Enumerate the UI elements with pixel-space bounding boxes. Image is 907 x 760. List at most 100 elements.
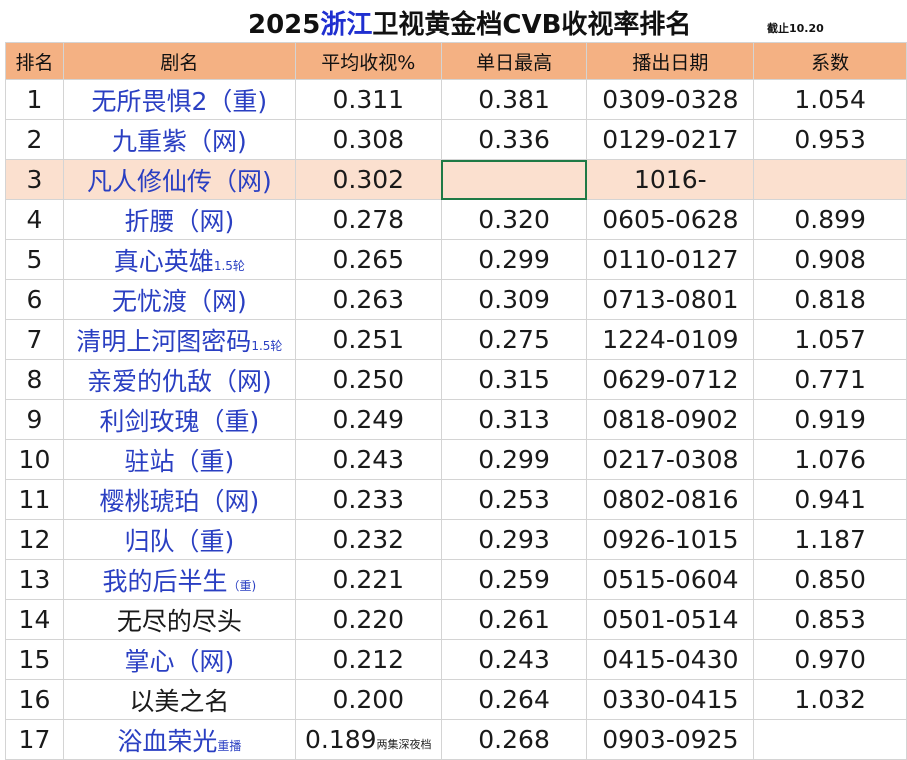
- air-dates-cell[interactable]: 0605-0628: [586, 199, 755, 240]
- title-cell[interactable]: 折腰（网): [62, 199, 296, 240]
- coefficient-cell[interactable]: 0.908: [753, 239, 907, 280]
- rank-cell[interactable]: 16: [5, 679, 64, 720]
- title-cell[interactable]: 无所畏惧2（重): [62, 79, 296, 120]
- avg-rating-cell[interactable]: 0.243: [294, 439, 442, 480]
- avg-rating-cell[interactable]: 0.263: [294, 279, 442, 320]
- title-cell[interactable]: 驻站（重): [62, 439, 296, 480]
- air-dates-cell[interactable]: 0415-0430: [586, 639, 755, 680]
- rank-cell[interactable]: 15: [5, 639, 64, 680]
- coefficient-cell[interactable]: 1.057: [753, 319, 907, 360]
- rank-cell[interactable]: 4: [5, 199, 64, 240]
- coefficient-cell[interactable]: [753, 159, 907, 200]
- header-title[interactable]: 剧名: [62, 42, 296, 80]
- avg-rating-cell[interactable]: 0.265: [294, 239, 442, 280]
- header-air-dates[interactable]: 播出日期: [586, 42, 755, 80]
- coefficient-cell[interactable]: 0.953: [753, 119, 907, 160]
- avg-rating-cell[interactable]: 0.249: [294, 399, 442, 440]
- air-dates-cell[interactable]: 1016-: [586, 159, 755, 200]
- air-dates-cell[interactable]: 0309-0328: [586, 79, 755, 120]
- header-coefficient[interactable]: 系数: [753, 42, 907, 80]
- title-cell[interactable]: 无忧渡（网): [62, 279, 296, 320]
- title-cell[interactable]: 九重紫（网): [62, 119, 296, 160]
- air-dates-cell[interactable]: 0217-0308: [586, 439, 755, 480]
- air-dates-cell[interactable]: 0629-0712: [586, 359, 755, 400]
- avg-rating-cell[interactable]: 0.302: [294, 159, 442, 200]
- peak-cell[interactable]: 0.315: [440, 359, 588, 400]
- peak-cell[interactable]: 0.381: [440, 79, 588, 120]
- rank-cell[interactable]: 10: [5, 439, 64, 480]
- avg-rating-cell[interactable]: 0.250: [294, 359, 442, 400]
- peak-cell[interactable]: 0.253: [440, 479, 588, 520]
- air-dates-cell[interactable]: 0818-0902: [586, 399, 755, 440]
- title-cell[interactable]: 清明上河图密码1.5轮: [62, 319, 296, 360]
- rank-cell[interactable]: 1: [5, 79, 64, 120]
- rank-cell[interactable]: 2: [5, 119, 64, 160]
- rank-cell[interactable]: 5: [5, 239, 64, 280]
- peak-cell[interactable]: 0.261: [440, 599, 588, 640]
- avg-rating-cell[interactable]: 0.278: [294, 199, 442, 240]
- peak-cell[interactable]: 0.320: [440, 199, 588, 240]
- title-cell[interactable]: 掌心（网): [62, 639, 296, 680]
- rank-cell[interactable]: 13: [5, 559, 64, 600]
- rank-cell[interactable]: 7: [5, 319, 64, 360]
- avg-rating-cell[interactable]: 0.311: [294, 79, 442, 120]
- peak-cell[interactable]: 0.313: [440, 399, 588, 440]
- air-dates-cell[interactable]: 1224-0109: [586, 319, 755, 360]
- coefficient-cell[interactable]: 1.076: [753, 439, 907, 480]
- coefficient-cell[interactable]: 0.899: [753, 199, 907, 240]
- air-dates-cell[interactable]: 0501-0514: [586, 599, 755, 640]
- rank-cell[interactable]: 12: [5, 519, 64, 560]
- coefficient-cell[interactable]: 0.919: [753, 399, 907, 440]
- air-dates-cell[interactable]: 0713-0801: [586, 279, 755, 320]
- peak-cell[interactable]: 0.275: [440, 319, 588, 360]
- coefficient-cell[interactable]: 0.970: [753, 639, 907, 680]
- avg-rating-cell[interactable]: 0.220: [294, 599, 442, 640]
- avg-rating-cell[interactable]: 0.200: [294, 679, 442, 720]
- title-cell[interactable]: 亲爱的仇敌（网): [62, 359, 296, 400]
- coefficient-cell[interactable]: 0.853: [753, 599, 907, 640]
- rank-cell[interactable]: 3: [5, 159, 64, 200]
- header-peak[interactable]: 单日最高: [440, 42, 588, 80]
- peak-cell[interactable]: 0.336: [440, 119, 588, 160]
- air-dates-cell[interactable]: 0926-1015: [586, 519, 755, 560]
- title-cell[interactable]: 樱桃琥珀（网): [62, 479, 296, 520]
- coefficient-cell[interactable]: 1.187: [753, 519, 907, 560]
- coefficient-cell[interactable]: 1.054: [753, 79, 907, 120]
- coefficient-cell[interactable]: 0.771: [753, 359, 907, 400]
- rank-cell[interactable]: 11: [5, 479, 64, 520]
- rank-cell[interactable]: 8: [5, 359, 64, 400]
- peak-cell[interactable]: 0.243: [440, 639, 588, 680]
- avg-rating-cell[interactable]: 0.221: [294, 559, 442, 600]
- header-rank[interactable]: 排名: [5, 42, 64, 80]
- rank-cell[interactable]: 9: [5, 399, 64, 440]
- title-cell[interactable]: 归队（重): [62, 519, 296, 560]
- avg-rating-cell[interactable]: 0.232: [294, 519, 442, 560]
- peak-cell[interactable]: 0.264: [440, 679, 588, 720]
- air-dates-cell[interactable]: 0802-0816: [586, 479, 755, 520]
- title-cell[interactable]: 利剑玫瑰（重): [62, 399, 296, 440]
- coefficient-cell[interactable]: 0.850: [753, 559, 907, 600]
- avg-rating-cell[interactable]: 0.233: [294, 479, 442, 520]
- peak-cell[interactable]: 0.293: [440, 519, 588, 560]
- title-cell[interactable]: 以美之名: [62, 679, 296, 720]
- peak-cell[interactable]: 0.299: [440, 439, 588, 480]
- header-avg-rating[interactable]: 平均收视%: [294, 42, 442, 80]
- coefficient-cell[interactable]: 1.032: [753, 679, 907, 720]
- coefficient-cell[interactable]: 0.941: [753, 479, 907, 520]
- coefficient-cell[interactable]: 0.818: [753, 279, 907, 320]
- title-cell[interactable]: 真心英雄1.5轮: [62, 239, 296, 280]
- peak-cell[interactable]: 0.309: [440, 279, 588, 320]
- title-cell[interactable]: 无尽的尽头: [62, 599, 296, 640]
- air-dates-cell[interactable]: 0330-0415: [586, 679, 755, 720]
- air-dates-cell[interactable]: 0110-0127: [586, 239, 755, 280]
- avg-rating-cell[interactable]: 0.212: [294, 639, 442, 680]
- air-dates-cell[interactable]: 0515-0604: [586, 559, 755, 600]
- peak-cell[interactable]: [440, 159, 588, 200]
- rank-cell[interactable]: 14: [5, 599, 64, 640]
- rank-cell[interactable]: 6: [5, 279, 64, 320]
- title-cell[interactable]: 我的后半生（重): [62, 559, 296, 600]
- peak-cell[interactable]: 0.299: [440, 239, 588, 280]
- peak-cell[interactable]: 0.259: [440, 559, 588, 600]
- air-dates-cell[interactable]: 0129-0217: [586, 119, 755, 160]
- avg-rating-cell[interactable]: 0.251: [294, 319, 442, 360]
